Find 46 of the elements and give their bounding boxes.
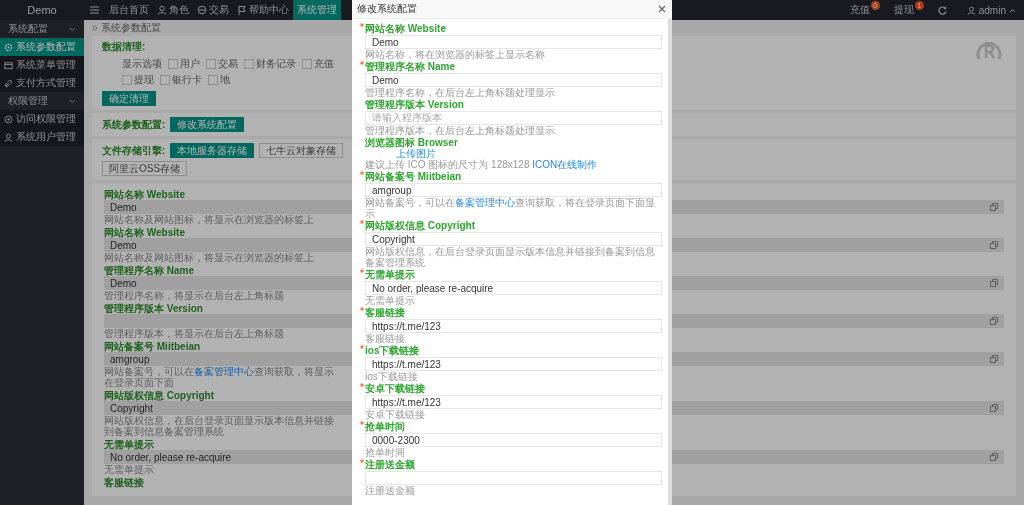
field-label: 网站名称 Website [104,189,185,200]
field-label: 抢单时间 [365,421,405,432]
breadcrumb: 系统参数配置 [101,21,161,35]
field-label: 管理程序名称 Name [365,61,455,72]
field-label: 网站版权信息 Copyright [365,220,475,231]
field-label: 管理程序版本 Version [365,99,464,110]
help-text: 抢单时间 [365,447,406,458]
help-text: 管理程序名称，在后台左上角标题处理显示 [365,87,556,98]
dialog-title: 修改系统配置 [357,2,417,16]
checkbox-label: 交易 [218,57,238,71]
section-label: 数据清理: [102,41,146,52]
field-label: 浏览器图标 Browser [365,137,458,148]
section-label: 文件存储引擎: [102,143,166,158]
options-label: 显示选项 [122,57,162,71]
field-label: 网站备案号 Miitbeian [365,171,462,182]
field-label: 无需单提示 [104,439,154,450]
field-label: 网站名称 Website [104,227,185,238]
brand-title: Demo [26,3,58,18]
help-text: 网站版权信息，在后台登录页面显示版本信息并链接到备案到信息备案管理系统 [104,415,335,437]
field-label: 安卓下载链接 [365,383,425,394]
field-label: 管理程序名称 Name [104,265,194,276]
help-text: 客服链接 [365,333,406,344]
checkbox-label: 充值 [314,57,334,71]
field-label: 管理程序版本 Version [104,303,203,314]
field-label: 网站备案号 Miitbeian [104,341,201,352]
help-text: 管理程序版本，在后台左上角标题处理显示 [365,125,556,136]
section-label: 系统参数配置: [102,117,166,132]
checkbox-label: 财务记录 [256,57,296,71]
checkbox-label: 地 [220,73,230,87]
field-label: 无需单提示 [365,269,415,280]
checkbox-label: 银行卡 [172,73,202,87]
field-label: 客服链接 [365,307,405,318]
help-text: 无需单提示 [365,295,416,306]
field-label: 网站版权信息 Copyright [104,390,214,401]
help-text: 网站名称，将在浏览器的标签上显示名称 [365,49,546,60]
field-label: ios下载链接 [365,345,420,356]
field-label: 注册送金额 [365,459,415,470]
checkbox-label: 用户 [180,57,200,71]
checkbox-label: 提现 [134,73,154,87]
help-text: 注册送金额 [365,485,416,496]
field-label: 客服链接 [104,477,144,488]
help-text: 无需单提示 [104,464,154,475]
help-text: ios下载链接 [365,371,419,382]
field-label: 网站名称 Website [365,23,446,34]
help-text: 建议上传 ICO 图标的尺寸为 128x128 ICON在线制作 [365,159,599,170]
help-text: 网站备案号，可以在备案管理中心查询获取，将显示在登录页面下面 [104,366,335,388]
